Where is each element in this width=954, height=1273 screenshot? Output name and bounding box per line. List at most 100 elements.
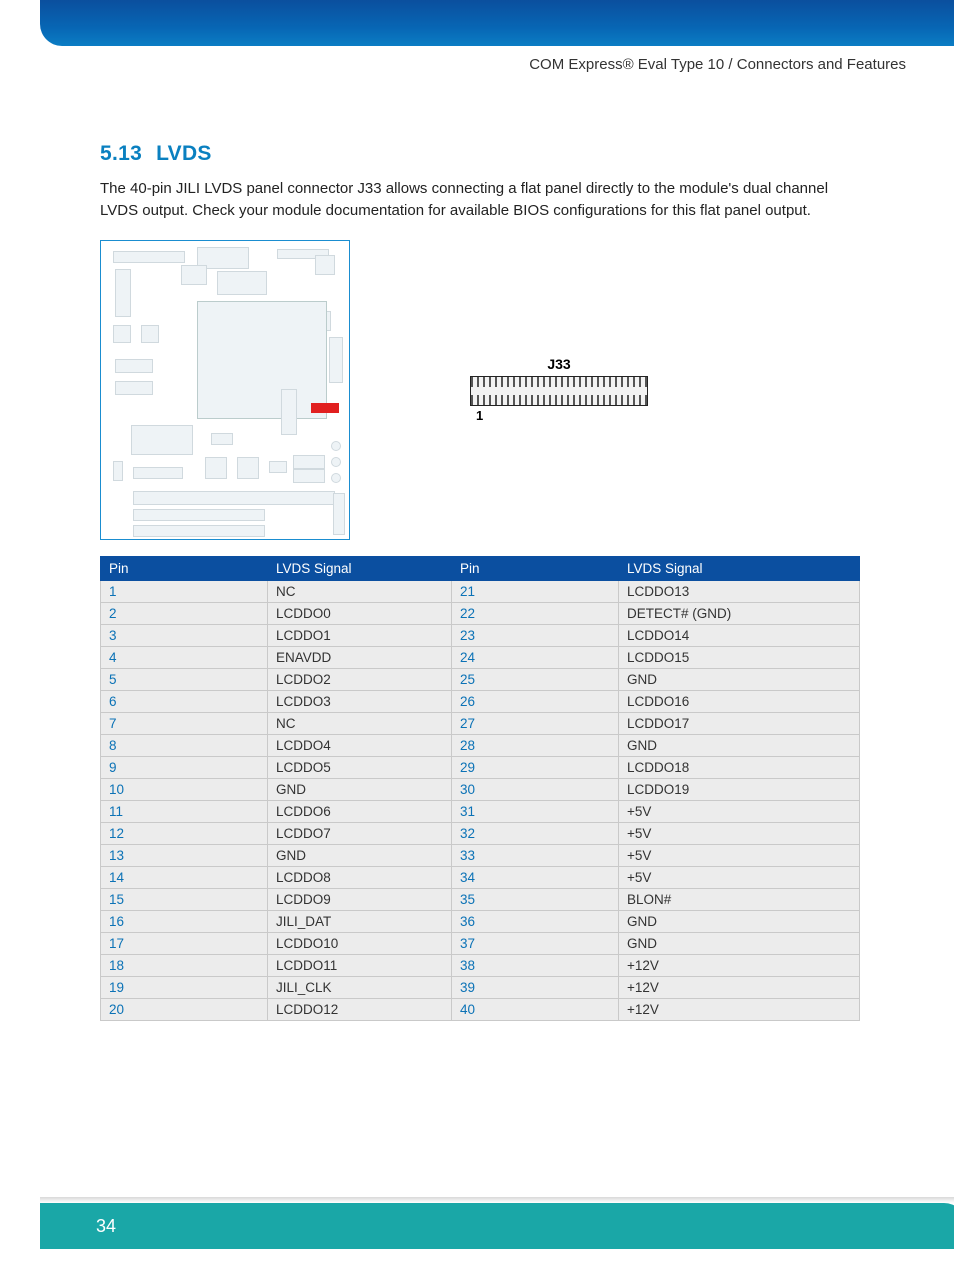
signal-b: LCDDO13 [618,580,859,602]
pin-a: 9 [101,756,268,778]
table-row: 8LCDDO428GND [101,734,860,756]
table-row: 14LCDDO834+5V [101,866,860,888]
table-row: 17LCDDO1037GND [101,932,860,954]
pin-b: 40 [451,998,618,1020]
signal-b: +5V [618,800,859,822]
signal-a: JILI_DAT [268,910,452,932]
signal-b: GND [618,734,859,756]
pin-a: 3 [101,624,268,646]
pin-a: 12 [101,822,268,844]
pin-a: 19 [101,976,268,998]
table-row: 1NC21LCDDO13 [101,580,860,602]
pin-b: 38 [451,954,618,976]
connector-pin1-label: 1 [470,408,648,423]
pin-b: 21 [451,580,618,602]
signal-a: GND [268,844,452,866]
signal-a: LCDDO10 [268,932,452,954]
pin-a: 1 [101,580,268,602]
section-title: LVDS [156,142,212,165]
table-row: 10GND30LCDDO19 [101,778,860,800]
board-diagram [100,240,350,540]
signal-b: LCDDO16 [618,690,859,712]
pin-b: 28 [451,734,618,756]
signal-b: GND [618,910,859,932]
signal-a: GND [268,778,452,800]
pin-b: 30 [451,778,618,800]
table-row: 12LCDDO732+5V [101,822,860,844]
connector-label: J33 [470,356,648,372]
signal-a: LCDDO5 [268,756,452,778]
pin-b: 26 [451,690,618,712]
pin-b: 35 [451,888,618,910]
pinout-table: Pin LVDS Signal Pin LVDS Signal 1NC21LCD… [100,556,860,1021]
signal-a: LCDDO1 [268,624,452,646]
signal-b: +5V [618,844,859,866]
pin-b: 23 [451,624,618,646]
table-row: 20LCDDO1240+12V [101,998,860,1020]
pin-b: 37 [451,932,618,954]
signal-a: NC [268,580,452,602]
pin-a: 20 [101,998,268,1020]
signal-b: GND [618,668,859,690]
signal-a: NC [268,712,452,734]
pin-b: 29 [451,756,618,778]
breadcrumb: COM Express® Eval Type 10 / Connectors a… [529,56,906,73]
table-row: 11LCDDO631+5V [101,800,860,822]
signal-a: LCDDO9 [268,888,452,910]
signal-a: LCDDO6 [268,800,452,822]
pin-a: 13 [101,844,268,866]
pin-b: 32 [451,822,618,844]
pin-a: 16 [101,910,268,932]
signal-b: +5V [618,822,859,844]
table-row: 18LCDDO1138+12V [101,954,860,976]
signal-b: +12V [618,954,859,976]
signal-a: ENAVDD [268,646,452,668]
signal-b: +5V [618,866,859,888]
header-band [40,0,954,46]
signal-a: LCDDO0 [268,602,452,624]
signal-b: +12V [618,976,859,998]
signal-b: LCDDO15 [618,646,859,668]
pin-a: 8 [101,734,268,756]
table-row: 5LCDDO225GND [101,668,860,690]
pin-b: 25 [451,668,618,690]
pin-b: 34 [451,866,618,888]
table-row: 7NC27LCDDO17 [101,712,860,734]
pin-b: 31 [451,800,618,822]
pin-a: 17 [101,932,268,954]
table-row: 15LCDDO935BLON# [101,888,860,910]
col-signal-b: LVDS Signal [618,556,859,580]
page-number: 34 [96,1216,116,1237]
table-row: 2LCDDO022DETECT# (GND) [101,602,860,624]
pin-b: 27 [451,712,618,734]
pin-a: 5 [101,668,268,690]
signal-a: LCDDO12 [268,998,452,1020]
signal-a: LCDDO8 [268,866,452,888]
pin-b: 36 [451,910,618,932]
pin-a: 14 [101,866,268,888]
table-row: 3LCDDO123LCDDO14 [101,624,860,646]
signal-a: LCDDO2 [268,668,452,690]
col-pin-a: Pin [101,556,268,580]
signal-b: BLON# [618,888,859,910]
table-row: 13GND33+5V [101,844,860,866]
signal-a: JILI_CLK [268,976,452,998]
signal-a: LCDDO3 [268,690,452,712]
signal-b: DETECT# (GND) [618,602,859,624]
highlight-connector [311,403,339,413]
signal-b: GND [618,932,859,954]
table-header-row: Pin LVDS Signal Pin LVDS Signal [101,556,860,580]
table-row: 16JILI_DAT36GND [101,910,860,932]
pin-a: 7 [101,712,268,734]
table-row: 6LCDDO326LCDDO16 [101,690,860,712]
col-pin-b: Pin [451,556,618,580]
section-number: 5.13 [100,142,142,165]
section-heading: 5.13 LVDS [100,142,858,166]
pin-b: 22 [451,602,618,624]
table-row: 19JILI_CLK39+12V [101,976,860,998]
col-signal-a: LVDS Signal [268,556,452,580]
signal-b: LCDDO18 [618,756,859,778]
pin-a: 11 [101,800,268,822]
pin-b: 24 [451,646,618,668]
signal-a: LCDDO11 [268,954,452,976]
